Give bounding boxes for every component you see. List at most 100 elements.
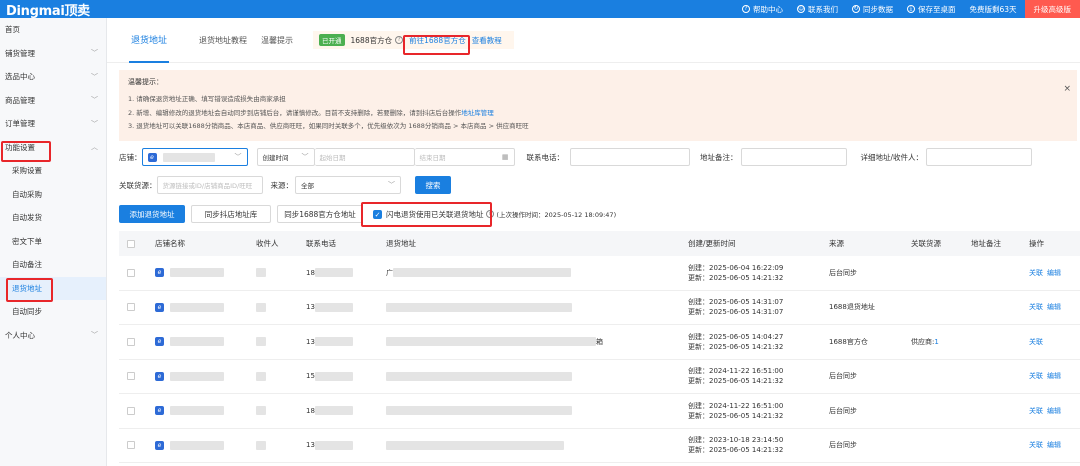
sidebar-item-6[interactable]: 采购设置	[0, 159, 106, 183]
sidebar-item-11[interactable]: 退货地址	[0, 276, 106, 300]
sidebar-item-1[interactable]: 铺货管理 ﹀	[0, 42, 106, 66]
row-checkbox[interactable]	[127, 303, 135, 312]
sidebar-item-9[interactable]: 密文下单	[0, 230, 106, 254]
header-ops: 操作	[1029, 239, 1044, 248]
link-action[interactable]: 关联	[1029, 302, 1043, 312]
time-cell: 创建：2024-11-22 16:51:00 更新：2025-06-05 14:2…	[688, 401, 829, 421]
updated-time: 更新：2025-06-05 14:21:32	[688, 446, 784, 455]
row-checkbox[interactable]	[127, 406, 135, 415]
address-table: 店铺名称 收件人 联系电话 退货地址 创建/更新时间 来源 关联货源 地址备注 …	[119, 231, 1080, 463]
chevron-icon: ﹀	[91, 96, 98, 105]
sync-1688-address-button[interactable]: 同步1688官方仓地址	[277, 205, 363, 223]
app-logo: Dingmai顶卖	[6, 3, 90, 19]
row-checkbox[interactable]	[127, 268, 135, 277]
source-select[interactable]: 全部 ﹀	[295, 176, 401, 194]
phone-prefix: 18	[306, 268, 315, 277]
header-checkbox-cell	[119, 239, 143, 248]
edit-action[interactable]: 编辑	[1047, 440, 1061, 450]
sidebar-item-label: 铺货管理	[5, 48, 35, 58]
tab-return-address-tutorial[interactable]: 退货地址教程	[199, 18, 247, 63]
detail-input[interactable]	[926, 148, 1033, 166]
updated-time: 更新：2025-06-05 14:31:07	[688, 308, 784, 317]
address-cell	[386, 302, 688, 312]
related-source-input[interactable]: 货源链接或ID/店铺商品ID/旺旺	[156, 176, 263, 194]
help-center-link[interactable]: ? 帮助中心	[741, 4, 783, 15]
sidebar-item-12[interactable]: 自动同步	[0, 300, 106, 324]
header-source: 来源	[829, 239, 844, 248]
chevron-icon: ﹀	[91, 72, 98, 81]
top-bar-links: ? 帮助中心 ☺ 联系我们 ↻ 同步数据 ⤓ 保存至桌面 免费版剩63天 升级高…	[728, 0, 1080, 18]
close-icon[interactable]: ×	[1063, 84, 1071, 94]
end-date-input[interactable]: 结束日期 ▦	[414, 148, 515, 166]
detail-label: 详细地址/收件人：	[860, 152, 924, 162]
row-checkbox[interactable]	[127, 372, 135, 381]
contact-link[interactable]: ☺ 联系我们	[796, 4, 838, 15]
time-type-select[interactable]: 创建时间 ﹀	[256, 148, 315, 166]
sidebar-item-8[interactable]: 自动发货	[0, 206, 106, 230]
redacted-text	[314, 406, 353, 416]
tab-return-address[interactable]: 退货地址	[129, 18, 170, 63]
recipient-cell	[256, 337, 306, 347]
question-icon[interactable]: ?	[485, 210, 494, 218]
row-checkbox-cell	[119, 372, 143, 381]
edit-action[interactable]: 编辑	[1047, 268, 1061, 278]
addr-note-input[interactable]	[740, 148, 847, 166]
upgrade-button[interactable]: 升级高级版	[1024, 0, 1080, 18]
start-date-input[interactable]: 起始日期	[314, 148, 415, 166]
sidebar-item-5[interactable]: 功能设置 ︿	[0, 136, 106, 160]
source-cell: 后台同步	[829, 406, 857, 415]
phone-cell: 13	[306, 337, 386, 347]
row-checkbox[interactable]	[127, 337, 135, 346]
related-supplier-link[interactable]: 1	[934, 338, 938, 346]
sidebar-item-13[interactable]: 个人中心 ﹀	[0, 324, 106, 348]
edit-action[interactable]: 编辑	[1047, 406, 1061, 416]
shop-cell: e	[143, 406, 256, 416]
phone-cell: 13	[306, 302, 386, 312]
redacted-text	[170, 371, 224, 381]
chevron-icon: ﹀	[91, 331, 98, 340]
sidebar-item-2[interactable]: 选品中心 ﹀	[0, 65, 106, 89]
link-action[interactable]: 关联	[1029, 268, 1043, 278]
table-header: 店铺名称 收件人 联系电话 退货地址 创建/更新时间 来源 关联货源 地址备注 …	[119, 231, 1080, 256]
select-all-checkbox[interactable]	[127, 239, 135, 248]
save-desktop-link[interactable]: ⤓ 保存至桌面	[906, 4, 956, 15]
ops-cell: 关联 编辑	[1029, 440, 1080, 450]
sidebar-item-4[interactable]: 订单管理 ﹀	[0, 112, 106, 136]
created-time: 创建：2023-10-18 23:14:50	[688, 436, 784, 445]
link-action[interactable]: 关联	[1029, 337, 1043, 347]
redacted-text	[386, 440, 564, 450]
save-desktop-label: 保存至桌面	[917, 4, 956, 14]
shop-select[interactable]: e ﹀	[141, 148, 248, 166]
question-icon[interactable]: ?	[395, 36, 404, 44]
add-return-address-button[interactable]: 添加退货地址	[119, 205, 185, 223]
tab-tips[interactable]: 温馨提示	[261, 18, 293, 63]
edit-action[interactable]: 编辑	[1047, 371, 1061, 381]
flash-return-checkbox[interactable]: ✓	[373, 209, 382, 219]
address-library-link[interactable]: 地址库管理	[461, 109, 494, 117]
sidebar-item-3[interactable]: 商品管理 ﹀	[0, 89, 106, 113]
sidebar-item-10[interactable]: 自动备注	[0, 253, 106, 277]
sidebar: 首页 铺货管理 ﹀ 选品中心 ﹀ 商品管理 ﹀ 订单管理 ﹀ 功能设置 ︿ 采购设置 自动采购 自动发货密…	[0, 18, 107, 466]
recipient-cell	[256, 371, 306, 381]
source-cell: 1688官方仓	[829, 337, 868, 346]
recipient-cell	[256, 302, 306, 312]
view-tutorial-link[interactable]: 查看教程	[472, 35, 502, 46]
address-cell	[386, 440, 688, 450]
sidebar-item-7[interactable]: 自动采购	[0, 183, 106, 207]
shop-icon: e	[155, 406, 164, 416]
link-action[interactable]: 关联	[1029, 440, 1043, 450]
search-button[interactable]: 搜索	[415, 176, 451, 194]
edit-action[interactable]: 编辑	[1047, 302, 1061, 312]
phone-prefix: 13	[306, 303, 315, 312]
link-action[interactable]: 关联	[1029, 371, 1043, 381]
related-source[interactable]: 供应商:1	[911, 337, 939, 347]
source-label: 来源：	[270, 180, 294, 190]
phone-input[interactable]	[570, 148, 690, 166]
sync-data-link[interactable]: ↻ 同步数据	[851, 4, 893, 15]
row-checkbox[interactable]	[127, 441, 135, 450]
sync-douyin-address-button[interactable]: 同步抖店地址库	[191, 205, 271, 223]
table-row: e 13 箱 创建：2025-06-05 14:04:27 更新：2025-06-05 …	[119, 325, 1080, 360]
sidebar-item-0[interactable]: 首页	[0, 18, 106, 42]
goto-warehouse-link[interactable]: 前往1688官方仓	[409, 35, 466, 46]
link-action[interactable]: 关联	[1029, 406, 1043, 416]
